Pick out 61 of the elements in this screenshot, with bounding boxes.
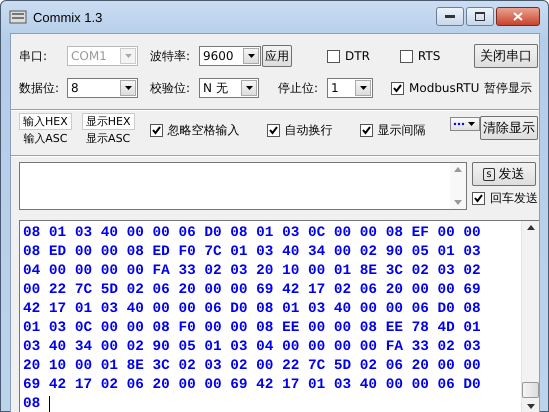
close-port-button[interactable]: 关闭串口 bbox=[474, 44, 538, 68]
field-label: 数据位: bbox=[19, 80, 60, 96]
hex-data-line: 01 03 0C 00 00 08 F0 00 00 08 EE 00 00 08 EE 78 4D 01 bbox=[23, 320, 481, 336]
hex-data-line: 00 22 7C 5D 02 06 20 00 00 69 42 17 02 06 20 00 00 69 bbox=[23, 282, 481, 298]
dropdown-arrow-icon bbox=[248, 54, 254, 58]
input-mode-toggle[interactable]: 输入HEX bbox=[19, 113, 72, 130]
baud-rate-dropdown[interactable]: 9600 bbox=[199, 46, 261, 66]
hex-data-line: 69 42 17 02 06 20 00 00 69 42 17 01 03 40 00 00 06 D0 bbox=[23, 376, 481, 392]
dropdown-arrow-icon bbox=[360, 86, 366, 90]
dropdown-arrow-icon bbox=[246, 86, 252, 90]
close-icon bbox=[513, 12, 523, 21]
option-checkbox[interactable]: 自动换行 bbox=[266, 122, 333, 138]
scroll-thumb[interactable] bbox=[522, 382, 539, 398]
ellipsis-caret-icon bbox=[452, 120, 477, 128]
scroll-down-icon[interactable] bbox=[526, 404, 534, 409]
scrollbar[interactable] bbox=[521, 221, 539, 412]
enter-send-checkbox[interactable]: 回车发送 bbox=[472, 190, 538, 207]
option-checkbox[interactable]: 忽略空格输入 bbox=[150, 122, 240, 138]
dtr-checkbox[interactable]: DTR bbox=[327, 49, 370, 63]
clear-display-button[interactable]: 清除显示 bbox=[480, 116, 538, 140]
text-cursor bbox=[49, 396, 50, 412]
field-label: 波特率: bbox=[150, 48, 192, 64]
app-icon bbox=[9, 10, 27, 24]
minimize-button[interactable] bbox=[436, 7, 464, 26]
send-input-field[interactable] bbox=[19, 162, 467, 210]
display-mode-toggle[interactable]: 显示HEX bbox=[82, 113, 135, 130]
hex-data-line: 42 17 01 03 40 00 00 06 D0 08 01 03 40 00 00 06 D0 08 bbox=[23, 300, 481, 316]
parity-dropdown[interactable]: N 无 bbox=[199, 78, 259, 98]
field-label: 停止位: bbox=[278, 80, 320, 96]
window-title: Commix 1.3 bbox=[33, 10, 102, 24]
pause-display-button[interactable]: 暂停显示 bbox=[484, 80, 538, 96]
input-mode-toggle[interactable]: 输入ASC bbox=[19, 130, 72, 147]
hex-data-line: 04 00 00 00 00 FA 33 02 03 20 10 00 01 8E 3C 02 03 02 bbox=[23, 262, 481, 278]
close-button[interactable] bbox=[496, 7, 540, 26]
apply-button[interactable]: 应用 bbox=[262, 45, 292, 67]
dropdown-arrow-icon bbox=[124, 86, 132, 90]
dropdown-arrow-icon bbox=[124, 54, 132, 58]
minimize-icon bbox=[445, 14, 455, 18]
hex-data-line: 08 bbox=[23, 396, 40, 412]
hex-data-line: 03 40 34 00 02 90 05 01 03 04 00 00 00 00 FA 33 02 03 bbox=[23, 338, 481, 354]
scroll-up-icon[interactable] bbox=[526, 225, 534, 230]
option-checkbox[interactable]: 显示间隔 bbox=[360, 122, 426, 138]
checkmark-icon bbox=[393, 84, 402, 92]
checkmark-icon bbox=[152, 126, 161, 134]
modbus-rtu-checkbox[interactable]: ModbusRTU bbox=[391, 81, 480, 95]
maximize-icon bbox=[475, 12, 485, 21]
display-mode-toggle[interactable]: 显示ASC bbox=[82, 130, 135, 147]
send-button[interactable]: s 发送 bbox=[472, 162, 536, 186]
maximize-button[interactable] bbox=[466, 7, 494, 26]
rts-checkbox[interactable]: RTS bbox=[400, 49, 440, 63]
hex-data-line: 20 10 00 01 8E 3C 02 03 02 00 22 7C 5D 02 06 20 00 00 bbox=[23, 358, 481, 374]
checkmark-icon bbox=[362, 126, 371, 134]
hex-data-line: 08 01 03 40 00 00 06 D0 08 01 03 0C 00 00 08 EF 00 00 bbox=[23, 224, 481, 240]
stop-bits-dropdown[interactable]: 1 bbox=[327, 78, 373, 98]
hex-data-line: 08 ED 00 00 08 ED F0 7C 01 03 40 34 00 02 90 05 01 03 bbox=[23, 244, 481, 260]
data-bits-dropdown[interactable]: 8 bbox=[67, 78, 138, 98]
field-label: 串口: bbox=[19, 48, 48, 64]
more-options-button[interactable] bbox=[450, 117, 480, 131]
checkmark-icon bbox=[474, 194, 483, 203]
checkmark-icon bbox=[268, 126, 278, 134]
field-label: 校验位: bbox=[150, 80, 192, 96]
